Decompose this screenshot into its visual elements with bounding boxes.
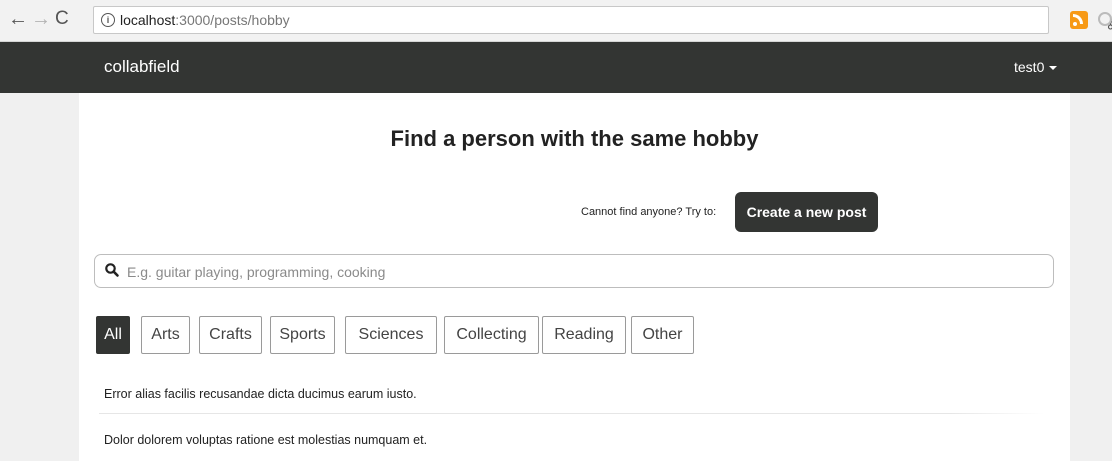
search-box[interactable] — [94, 254, 1054, 288]
category-collecting-button[interactable]: Collecting — [444, 316, 539, 354]
post-list-item[interactable]: Error alias facilis recusandae dicta duc… — [104, 387, 417, 401]
category-crafts-button[interactable]: Crafts — [199, 316, 262, 354]
url-path: :3000/posts/hobby — [175, 12, 290, 28]
url-text: localhost:3000/posts/hobby — [120, 12, 290, 28]
back-arrow-icon[interactable]: ← — [8, 8, 28, 30]
address-bar[interactable]: i localhost:3000/posts/hobby ⚷ ☆ — [93, 6, 1112, 34]
search-icon — [105, 263, 119, 277]
app-navbar: collabfield test0 — [0, 42, 1112, 93]
category-reading-button[interactable]: Reading — [542, 316, 626, 354]
forward-arrow-icon[interactable]: → — [31, 8, 51, 30]
info-icon[interactable]: i — [101, 13, 115, 27]
main-content: Find a person with the same hobby Cannot… — [79, 93, 1070, 461]
page-title: Find a person with the same hobby — [390, 126, 759, 151]
browser-toolbar: ← → C i localhost:3000/posts/hobby ⚷ ☆ — [0, 0, 1112, 42]
category-all-button[interactable]: All — [96, 316, 130, 354]
category-other-button[interactable]: Other — [631, 316, 694, 354]
caret-down-icon — [1049, 66, 1058, 71]
user-name: test0 — [1014, 59, 1045, 75]
extension-icon[interactable] — [1098, 12, 1112, 26]
search-input[interactable] — [125, 260, 1029, 284]
brand-logo[interactable]: collabfield — [104, 57, 180, 77]
create-post-button[interactable]: Create a new post — [735, 192, 878, 232]
category-sports-button[interactable]: Sports — [270, 316, 335, 354]
reload-icon[interactable]: C — [55, 8, 69, 30]
category-arts-button[interactable]: Arts — [141, 316, 190, 354]
post-list-item[interactable]: Dolor dolorem voluptas ratione est moles… — [104, 433, 427, 447]
url-host: localhost — [120, 12, 176, 28]
rss-icon[interactable] — [1070, 11, 1088, 29]
post-divider — [99, 413, 1044, 414]
create-post-prompt: Cannot find anyone? Try to: — [581, 206, 717, 218]
user-dropdown[interactable]: test0 — [1014, 59, 1058, 75]
category-sciences-button[interactable]: Sciences — [345, 316, 437, 354]
